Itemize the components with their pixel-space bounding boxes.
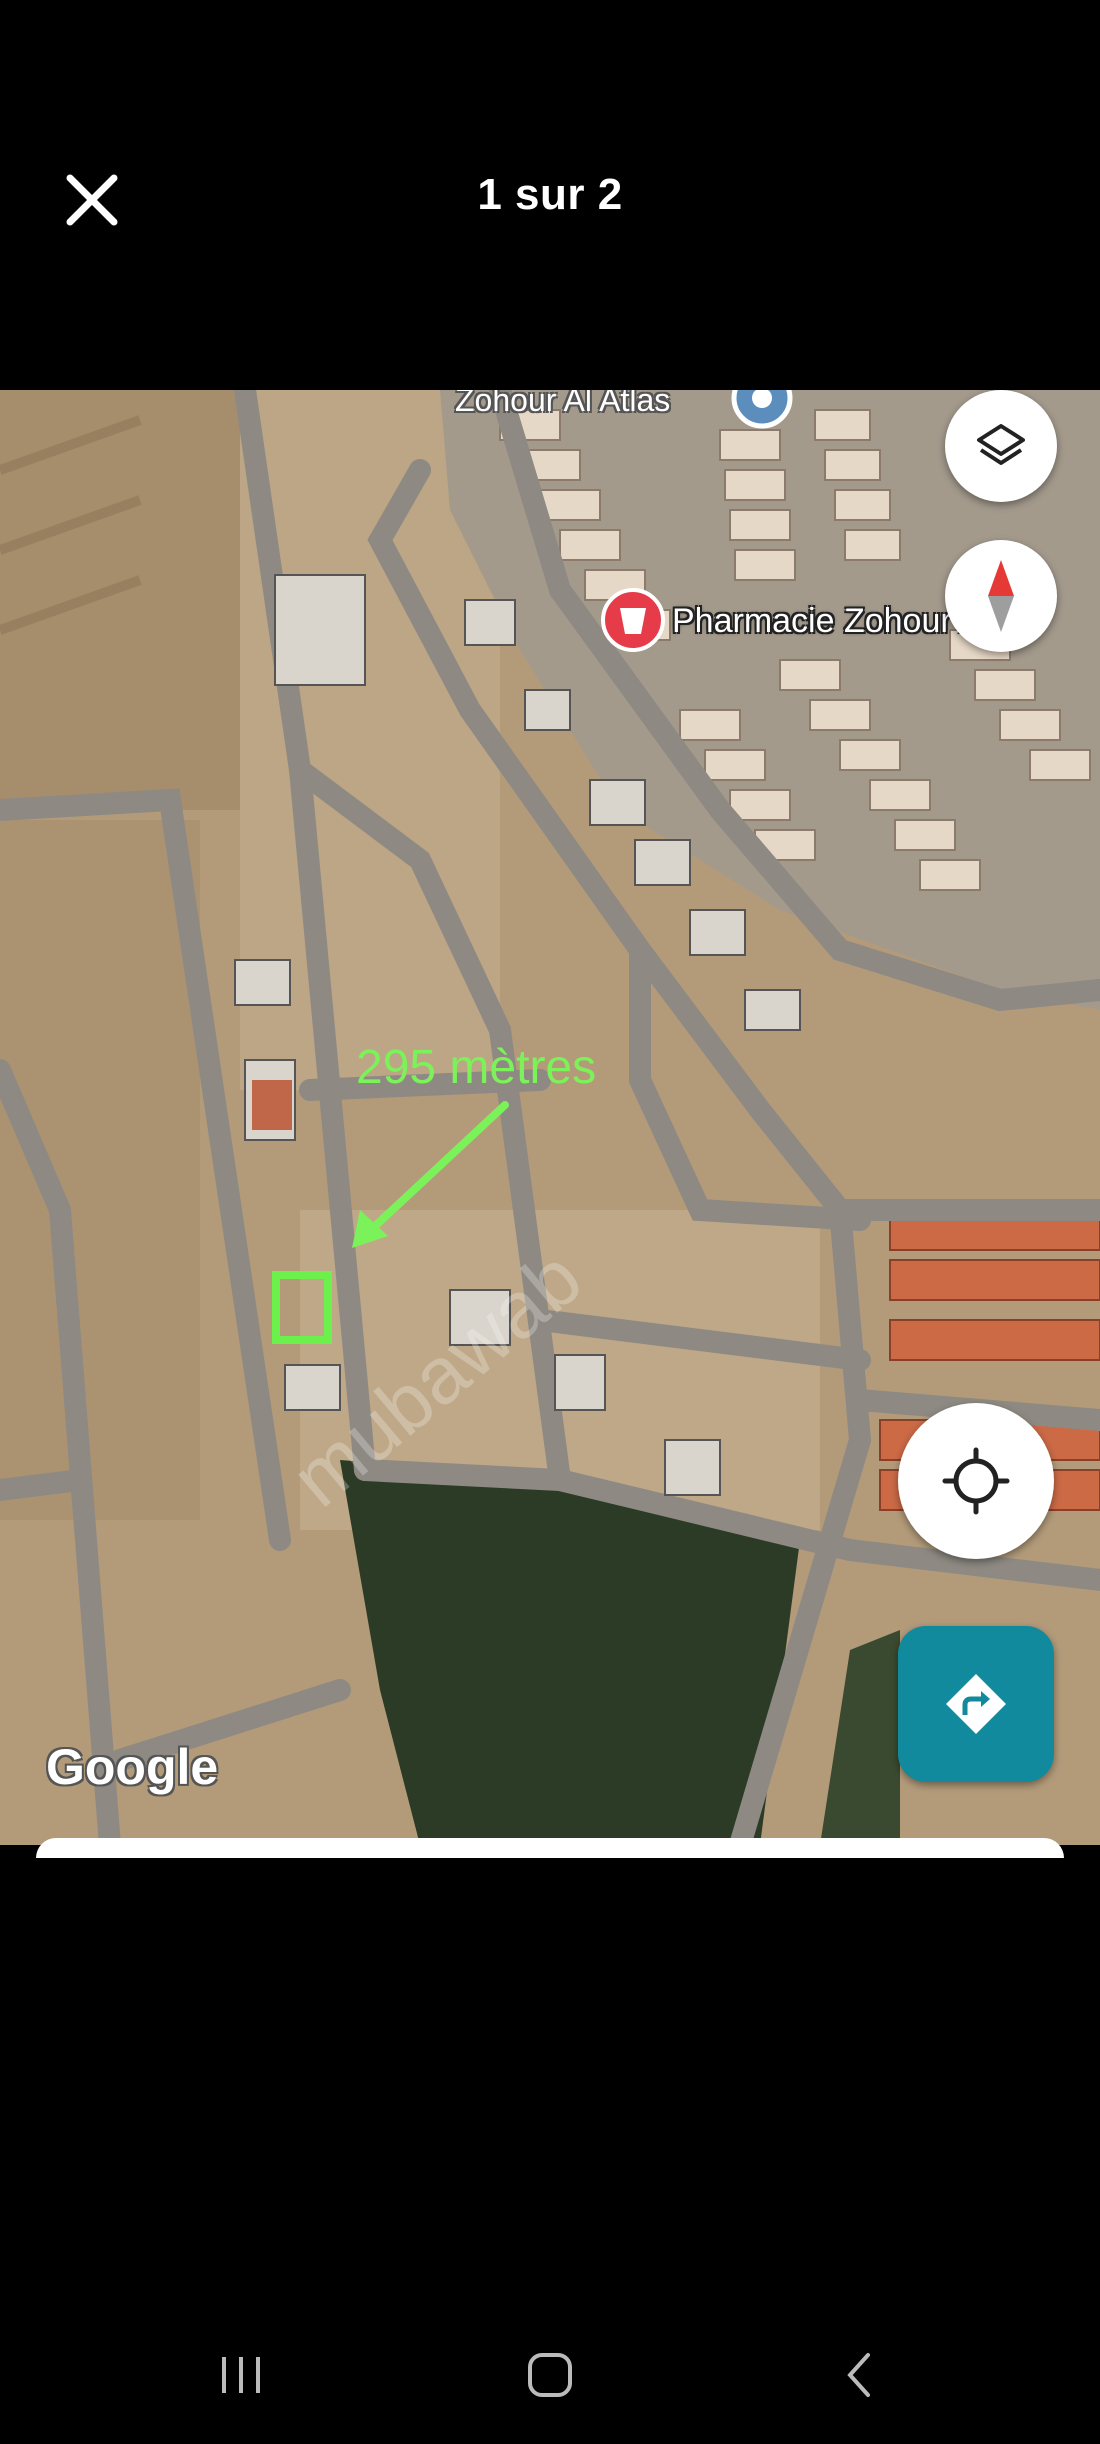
google-attribution: Google	[46, 1739, 219, 1795]
directions-button[interactable]	[898, 1626, 1054, 1782]
compass-button[interactable]	[945, 540, 1057, 652]
layers-icon	[977, 424, 1025, 465]
directions-icon	[946, 1674, 1006, 1734]
home-icon	[528, 2353, 572, 2397]
bottom-sheet-edge[interactable]	[36, 1838, 1064, 1858]
recent-apps-button[interactable]	[196, 2345, 286, 2405]
place-label[interactable]: Zohour Al Atlas	[455, 390, 670, 419]
layers-button[interactable]	[945, 390, 1057, 502]
recent-apps-icon	[222, 2357, 260, 2393]
home-button[interactable]	[505, 2345, 595, 2405]
my-location-button[interactable]	[898, 1403, 1054, 1559]
back-icon	[847, 2353, 870, 2397]
compass-icon	[988, 560, 1014, 632]
system-navigation-bar	[0, 2300, 1100, 2444]
page-counter: 1 sur 2	[477, 170, 623, 219]
distance-annotation: 295 mètres	[356, 1041, 597, 1094]
back-button[interactable]	[815, 2345, 905, 2405]
map-view[interactable]: mubawab Zohour Al Atlas Pharmacie Zohour…	[0, 390, 1100, 1845]
viewer-header: 1 sur 2	[0, 0, 1100, 390]
my-location-icon	[942, 1447, 1010, 1515]
